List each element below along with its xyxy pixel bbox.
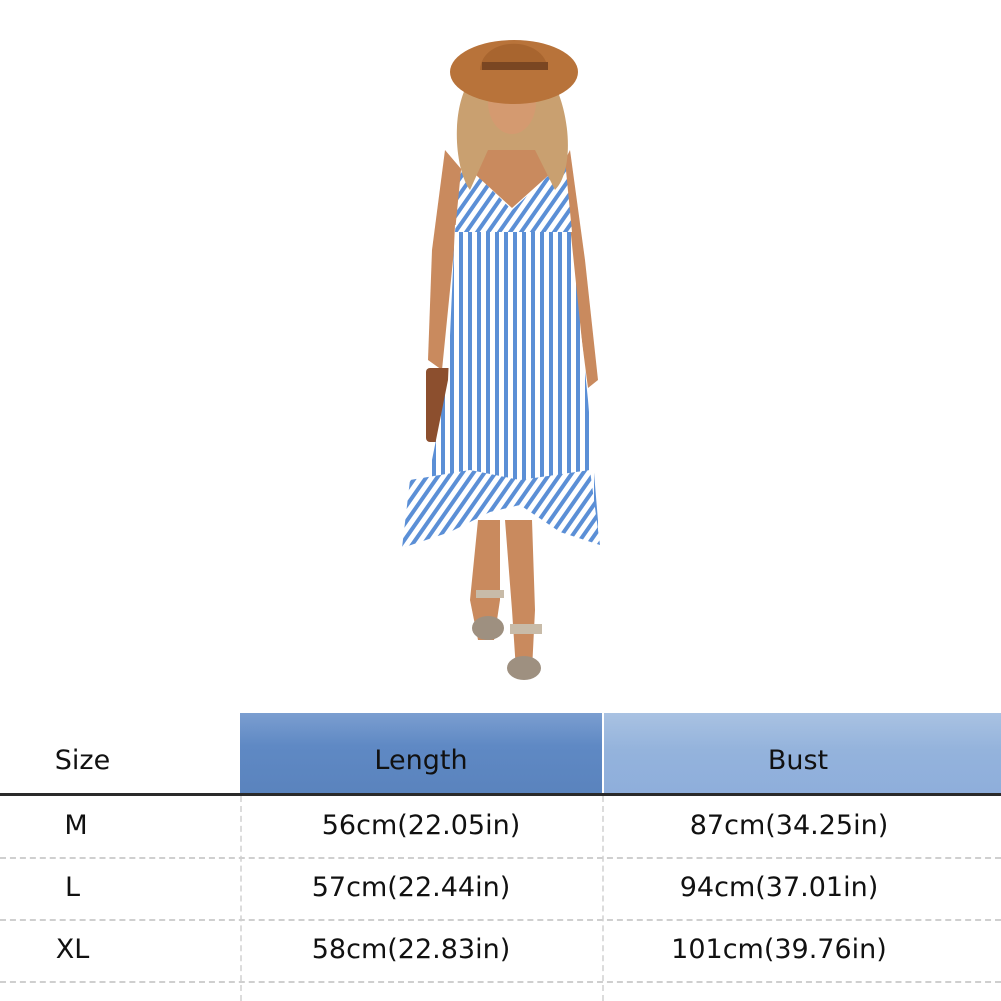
table-row: M 56cm(22.05in) 87cm(34.25in) [0, 795, 1001, 857]
length-cell: 57cm(22.44in) [311, 872, 511, 903]
size-cell: M [64, 810, 88, 841]
bust-cell: 94cm(37.01in) [679, 872, 879, 903]
model-figure [402, 40, 600, 680]
bust-cell: 101cm(39.76in) [671, 934, 887, 965]
length-cell: 58cm(22.83in) [311, 934, 511, 965]
size-cell: L [64, 872, 81, 903]
table-row: L 57cm(22.44in) 94cm(37.01in) [0, 857, 1001, 919]
table-row: XL 58cm(22.83in) 101cm(39.76in) [0, 919, 1001, 981]
header-bust-label: Bust [767, 745, 829, 776]
size-cell: XL [55, 934, 90, 965]
header-size-label: Size [54, 745, 111, 776]
size-chart-table: Size Length Bust M 56cm(22.05in) 87cm(34… [0, 713, 1001, 1001]
header-length-label: Length [374, 745, 468, 776]
product-photo [0, 0, 1001, 700]
bust-cell: 87cm(34.25in) [689, 810, 889, 841]
length-cell: 56cm(22.05in) [321, 810, 521, 841]
row-divider [0, 981, 1001, 983]
